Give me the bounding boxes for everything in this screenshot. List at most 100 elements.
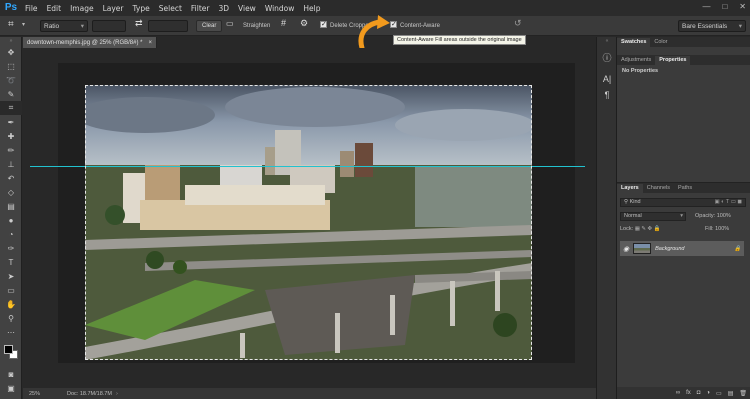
- trash-icon[interactable]: 🗑: [739, 390, 747, 397]
- document-tab[interactable]: downtown-memphis.jpg @ 25% (RGB/8#) * ×: [23, 37, 157, 48]
- maximize-icon[interactable]: □: [722, 2, 727, 11]
- quick-mask-icon[interactable]: ◙: [0, 367, 22, 381]
- menu-layer[interactable]: Layer: [103, 4, 124, 13]
- annotation-arrow-icon: [358, 15, 390, 50]
- history-brush-tool-icon[interactable]: ↶: [0, 171, 22, 185]
- lock-icons[interactable]: ▦ ✎ ✥ 🔒: [635, 226, 661, 232]
- gear-icon[interactable]: ⚙: [300, 18, 308, 30]
- canvas-photo[interactable]: [85, 85, 532, 360]
- tab-color[interactable]: Color: [650, 38, 671, 47]
- eyedropper-tool-icon[interactable]: ✒: [0, 115, 22, 129]
- menu-help[interactable]: Help: [303, 4, 320, 13]
- swatches-tabs: Swatches Color: [617, 37, 750, 47]
- fx-icon[interactable]: fx: [686, 390, 691, 396]
- width-input[interactable]: [92, 20, 126, 32]
- blur-tool-icon[interactable]: ●: [0, 213, 22, 227]
- menu-type[interactable]: Type: [133, 4, 150, 13]
- menu-select[interactable]: Select: [159, 4, 182, 13]
- paragraph-icon[interactable]: ¶: [597, 87, 617, 103]
- rectangle-tool-icon[interactable]: ▭: [0, 283, 22, 297]
- fill-value[interactable]: 100%: [715, 226, 729, 232]
- healing-brush-tool-icon[interactable]: ✚: [0, 129, 22, 143]
- foreground-color-swatch[interactable]: [4, 345, 13, 354]
- menu-filter[interactable]: Filter: [191, 4, 210, 13]
- menu-window[interactable]: Window: [265, 4, 295, 13]
- panel-grip-icon[interactable]: «: [597, 37, 617, 45]
- properties-empty-text: No Properties: [622, 68, 659, 74]
- straighten-icon[interactable]: ▭: [226, 19, 234, 31]
- tab-layers[interactable]: Layers: [617, 184, 643, 193]
- eye-icon[interactable]: ◉: [623, 245, 629, 253]
- panel-grip-icon[interactable]: »: [0, 37, 22, 45]
- layer-name[interactable]: Background: [655, 246, 684, 252]
- tab-properties[interactable]: Properties: [655, 56, 691, 65]
- close-icon[interactable]: ×: [148, 40, 152, 46]
- window-controls: — □ ✕: [702, 2, 746, 11]
- layer-thumbnail: [633, 243, 652, 254]
- content-aware-checkbox[interactable]: Content-Aware: [390, 19, 440, 32]
- menu-file[interactable]: File: [25, 4, 38, 13]
- layer-row-background[interactable]: ◉ Background 🔒: [620, 241, 744, 256]
- height-input[interactable]: [148, 20, 188, 32]
- tool-preset-chevron-icon[interactable]: ▾: [22, 21, 25, 33]
- opacity-value[interactable]: 100%: [717, 213, 731, 219]
- kind-label: Kind: [629, 199, 641, 205]
- document-size-info[interactable]: Doc: 18.7M/18.7M: [67, 391, 112, 397]
- path-selection-tool-icon[interactable]: ➤: [0, 269, 22, 283]
- gradient-tool-icon[interactable]: ▤: [0, 199, 22, 213]
- ratio-select[interactable]: Ratio ▾: [40, 20, 88, 32]
- menu-3d[interactable]: 3D: [218, 4, 229, 13]
- opacity-control[interactable]: Opacity: 100%: [695, 213, 731, 222]
- layer-filter-kind[interactable]: ⚲ Kind ▣ ◐ T ▭ ◼: [620, 198, 746, 207]
- screen-mode-icon[interactable]: ▣: [0, 381, 22, 395]
- clone-stamp-tool-icon[interactable]: ⊥: [0, 157, 22, 171]
- reset-icon[interactable]: ↺: [514, 18, 522, 30]
- zoom-level[interactable]: 25%: [29, 391, 67, 397]
- chevron-right-icon[interactable]: ›: [116, 391, 118, 397]
- eraser-tool-icon[interactable]: ◇: [0, 185, 22, 199]
- swap-dimensions-icon[interactable]: ⇄: [135, 18, 143, 30]
- adjustment-layer-icon[interactable]: ◑: [706, 390, 710, 396]
- workspace-select-value: Bare Essentials: [682, 23, 728, 30]
- tab-channels[interactable]: Channels: [643, 184, 674, 193]
- document-tab-title: downtown-memphis.jpg @ 25% (RGB/8#) *: [27, 39, 143, 46]
- horizontal-guide-line[interactable]: [30, 166, 585, 167]
- color-swatches[interactable]: [0, 343, 22, 367]
- zoom-tool-icon[interactable]: ⚲: [0, 311, 22, 325]
- brush-tool-icon[interactable]: ✏: [0, 143, 22, 157]
- crop-tool-icon[interactable]: ⌗: [8, 19, 14, 31]
- tab-paths[interactable]: Paths: [674, 184, 696, 193]
- overlay-grid-icon[interactable]: #: [281, 18, 286, 30]
- lasso-tool-icon[interactable]: ➰: [0, 73, 22, 87]
- chevron-down-icon: ▾: [80, 23, 84, 30]
- blend-mode-select[interactable]: Normal ▾: [620, 212, 686, 221]
- type-tool-icon[interactable]: T: [0, 255, 22, 269]
- hand-tool-icon[interactable]: ✋: [0, 297, 22, 311]
- workspace-select[interactable]: Bare Essentials ▾: [678, 20, 746, 32]
- link-layers-icon[interactable]: ∞: [676, 390, 680, 396]
- new-group-icon[interactable]: ▭: [716, 390, 722, 397]
- tab-swatches[interactable]: Swatches: [617, 38, 651, 47]
- straighten-label[interactable]: Straighten: [243, 20, 270, 32]
- minimize-icon[interactable]: —: [702, 2, 710, 11]
- menu-edit[interactable]: Edit: [47, 4, 62, 13]
- more-tools-icon[interactable]: ⋯: [0, 325, 22, 339]
- close-icon[interactable]: ✕: [739, 2, 746, 11]
- character-icon[interactable]: A|: [597, 71, 617, 87]
- fill-control[interactable]: Fill: 100%: [705, 226, 729, 235]
- new-layer-icon[interactable]: ▤: [728, 390, 734, 397]
- clear-button[interactable]: Clear: [196, 20, 223, 32]
- tab-adjustments[interactable]: Adjustments: [617, 56, 655, 65]
- menu-view[interactable]: View: [238, 4, 256, 13]
- quick-select-tool-icon[interactable]: ✎: [0, 87, 22, 101]
- marquee-tool-icon[interactable]: ⬚: [0, 59, 22, 73]
- add-mask-icon[interactable]: ◘: [697, 390, 701, 396]
- menu-image[interactable]: Image: [70, 4, 94, 13]
- dodge-tool-icon[interactable]: ◔: [0, 227, 22, 241]
- content-aware-tooltip: Content-Aware Fill areas outside the ori…: [393, 35, 526, 45]
- city-photo-illustration: [85, 85, 532, 360]
- pen-tool-icon[interactable]: ✑: [0, 241, 22, 255]
- move-tool-icon[interactable]: ✥: [0, 45, 22, 59]
- crop-tool-icon[interactable]: ⌗: [0, 101, 22, 115]
- info-icon[interactable]: ⓘ: [597, 49, 617, 65]
